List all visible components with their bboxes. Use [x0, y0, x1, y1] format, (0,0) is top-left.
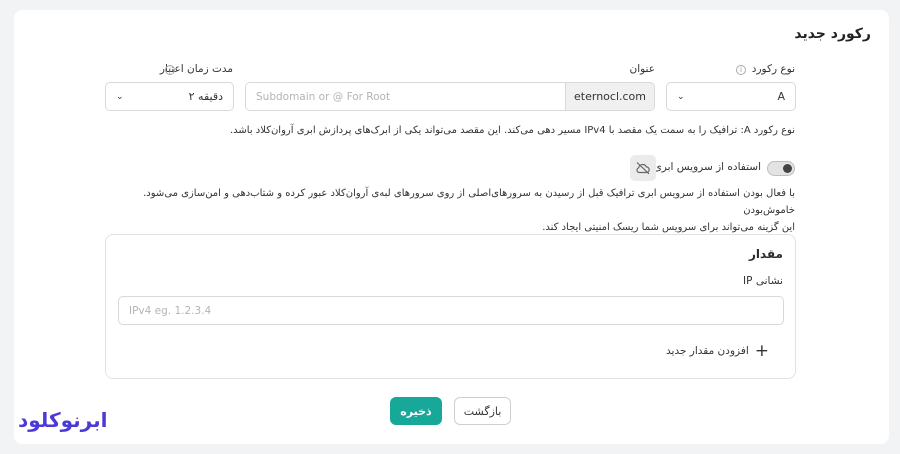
add-value-label: افزودن مقدار جدید — [666, 345, 749, 357]
record-type-label-row: نوع رکورد — [752, 63, 795, 75]
domain-suffix: eternocl.com — [565, 83, 654, 110]
value-section-title: مقدار — [748, 247, 783, 261]
ip-input[interactable]: IPv4 eg. 1.2.3.4 — [118, 296, 784, 325]
ip-label: نشانی IP — [743, 275, 783, 287]
cloud-description-line1: با فعال بودن استفاده از سرویس ابری ترافی… — [143, 188, 795, 216]
plus-icon: + — [754, 341, 769, 361]
info-icon[interactable]: i — [165, 65, 175, 75]
record-type-label: نوع رکورد — [751, 63, 795, 75]
ttl-select[interactable]: ⌄ ۲ دقیقه — [105, 82, 234, 111]
record-type-value: A — [777, 90, 785, 103]
toggle-knob — [783, 164, 792, 173]
cloud-off-icon — [630, 155, 656, 181]
dns-record-card: رکورد جدید نوع رکورد i ⌄ A عنوان Subdoma… — [14, 10, 889, 444]
value-section: مقدار نشانی IP IPv4 eg. 1.2.3.4 + افزودن… — [105, 234, 796, 379]
ttl-value: ۲ دقیقه — [188, 90, 223, 103]
chevron-down-icon: ⌄ — [677, 91, 685, 102]
record-type-description: نوع رکورد A: ترافیک را به سمت یک مقصد با… — [229, 125, 795, 136]
info-icon[interactable]: i — [736, 65, 746, 75]
add-value-button[interactable]: + افزودن مقدار جدید — [666, 341, 769, 361]
brand-logo: ابرنوکلود — [18, 408, 108, 432]
chevron-down-icon: ⌄ — [116, 91, 124, 102]
name-input-group: Subdomain or @ For Root eternocl.com — [245, 82, 655, 111]
cloud-label: استفاده از سرویس ابری — [653, 161, 761, 173]
name-input[interactable]: Subdomain or @ For Root — [246, 83, 565, 110]
cloud-toggle[interactable] — [767, 161, 795, 176]
page-title: رکورد جدید — [794, 26, 871, 42]
cloud-description: با فعال بودن استفاده از سرویس ابری ترافی… — [105, 185, 795, 236]
record-type-select[interactable]: ⌄ A — [666, 82, 796, 111]
name-label: عنوان — [629, 63, 656, 75]
save-button[interactable]: ذخیره — [390, 397, 442, 425]
back-button[interactable]: بازگشت — [454, 397, 511, 425]
